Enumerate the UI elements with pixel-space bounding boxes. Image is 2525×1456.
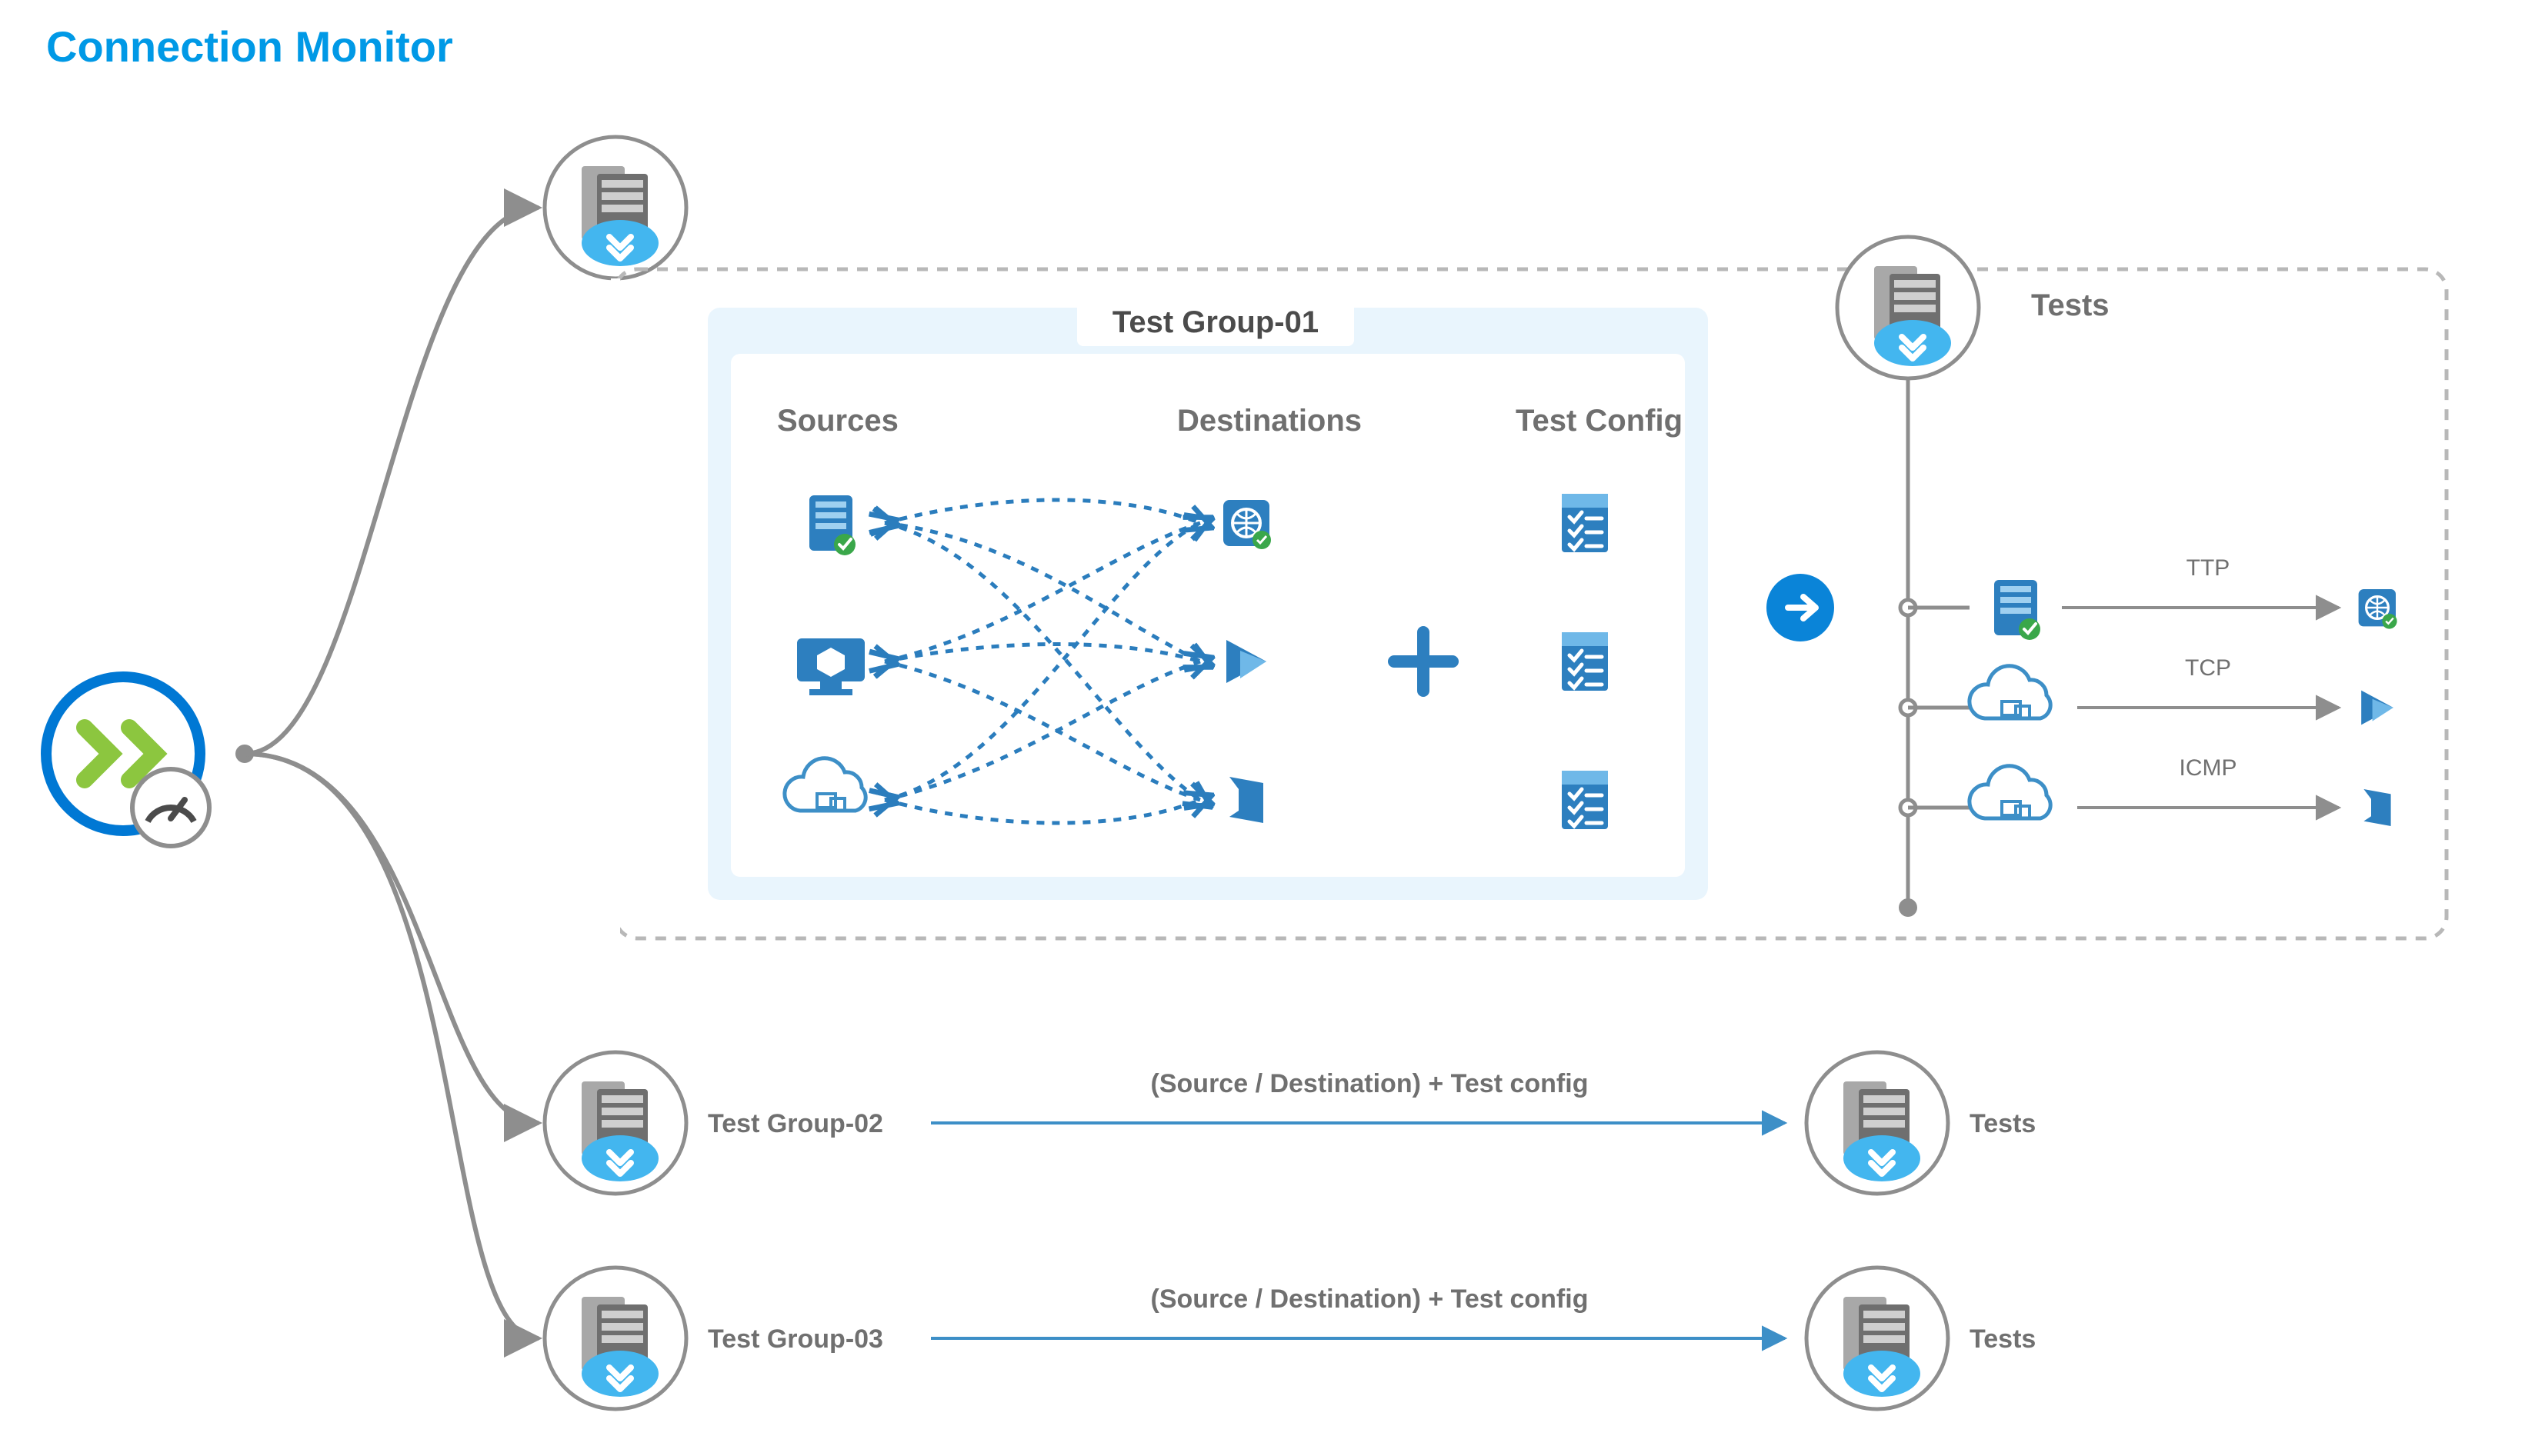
connection-monitor-icon <box>46 677 209 846</box>
protocol-tcp-label: TCP <box>2185 655 2231 681</box>
group1-title: Test Group-01 <box>1112 305 1319 339</box>
group2-node-icon <box>545 1052 686 1194</box>
group3-tests-node-icon <box>1806 1268 1948 1409</box>
group1-node-icon <box>545 137 686 278</box>
test-config-doc-1 <box>1562 494 1608 552</box>
group3-node-icon <box>545 1268 686 1409</box>
arrow-to-tests-icon <box>1766 574 1834 641</box>
tests-label-1: Tests <box>2031 288 2110 322</box>
group3-tests-label: Tests <box>1970 1324 2036 1354</box>
branch-to-group1 <box>245 208 539 754</box>
branch-to-group2 <box>245 754 539 1123</box>
source-server-icon <box>809 495 856 555</box>
branch-to-group3 <box>245 754 539 1338</box>
destination-globe-icon <box>1223 500 1271 549</box>
test-config-doc-3 <box>1562 771 1608 829</box>
test-config-label: Test Config <box>1516 404 1683 438</box>
group2-title: Test Group-02 <box>708 1109 883 1138</box>
tests-src-cloud1-icon <box>1970 666 2050 718</box>
tests-tree <box>1899 378 1970 917</box>
group2-note: (Source / Destination) + Test config <box>1151 1069 1589 1098</box>
page-title: Connection Monitor <box>46 22 453 71</box>
group3-note: (Source / Destination) + Test config <box>1151 1284 1589 1314</box>
sources-label: Sources <box>777 404 899 438</box>
group2-tests-node-icon <box>1806 1052 1948 1194</box>
tests-dest-office-icon <box>2363 789 2390 826</box>
destinations-label: Destinations <box>1177 404 1362 438</box>
protocol-ttp-label: TTP <box>2186 555 2230 581</box>
group2-tests-label: Tests <box>1970 1109 2036 1138</box>
tests-dest-dynamics-icon <box>2361 691 2393 725</box>
test-config-doc-2 <box>1562 632 1608 691</box>
tests-src-server-icon <box>1994 580 2040 640</box>
protocol-icmp-label: ICMP <box>2180 755 2237 781</box>
tests-src-cloud2-icon <box>1970 766 2050 818</box>
tests-node-icon <box>1837 237 1979 378</box>
group3-title: Test Group-03 <box>708 1324 883 1354</box>
